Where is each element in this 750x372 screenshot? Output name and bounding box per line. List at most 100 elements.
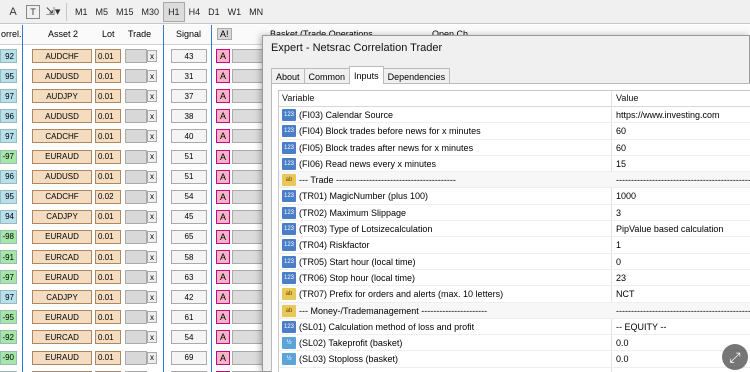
lot-input[interactable]: 0.01: [95, 330, 121, 345]
lot-input[interactable]: 0.01: [95, 149, 121, 164]
trade-button[interactable]: [125, 209, 147, 224]
lot-input[interactable]: 0.01: [95, 169, 121, 184]
close-trade-button[interactable]: x: [147, 70, 157, 83]
alert-flag-button[interactable]: A: [216, 149, 230, 164]
trade-button[interactable]: [125, 169, 147, 184]
column-variable[interactable]: Variable: [282, 93, 314, 103]
input-row[interactable]: ½ (SL02) Takeprofit (basket) 0.0: [279, 335, 750, 352]
alert-flag-button[interactable]: A: [216, 49, 230, 63]
input-row[interactable]: 123 (FI06) Read news every x minutes 15: [279, 156, 750, 173]
tab-dependencies[interactable]: Dependencies: [382, 68, 451, 84]
close-trade-button[interactable]: x: [147, 251, 157, 263]
asset-button[interactable]: EURAUD: [32, 270, 92, 285]
trade-button[interactable]: [125, 89, 147, 104]
lot-input[interactable]: 0.01: [95, 69, 121, 84]
close-trade-button[interactable]: x: [147, 331, 157, 344]
input-value[interactable]: 1: [616, 240, 621, 250]
tab-inputs[interactable]: Inputs: [349, 66, 384, 84]
timeframe-m15-button[interactable]: M15: [112, 2, 138, 22]
trade-button[interactable]: [125, 270, 147, 285]
alert-flag-button[interactable]: A: [216, 169, 230, 184]
input-row[interactable]: 123 (TR06) Stop hour (local time) 23: [279, 270, 750, 287]
input-row[interactable]: 123 (TR03) Type of Lotsizecalculation PipV…: [279, 221, 750, 238]
asset-button[interactable]: AUDUSD: [32, 69, 92, 84]
alert-flag-button[interactable]: A: [216, 250, 230, 264]
input-row[interactable]: 123 (TR05) Start hour (local time) 0: [279, 254, 750, 270]
input-value[interactable]: 0: [616, 257, 621, 267]
lot-input[interactable]: 0.01: [95, 109, 121, 124]
magnify-icon[interactable]: ⤢: [722, 344, 748, 370]
alert-flag-button[interactable]: A: [216, 290, 230, 305]
close-trade-button[interactable]: x: [147, 351, 157, 364]
input-value[interactable]: 60: [616, 143, 626, 153]
asset-button[interactable]: EURCAD: [32, 330, 92, 345]
timeframe-w1-button[interactable]: W1: [224, 2, 246, 22]
timeframe-h1-button[interactable]: H1: [163, 1, 185, 22]
lot-input[interactable]: 0.01: [95, 250, 121, 264]
input-value[interactable]: ----------------------------------------…: [616, 175, 750, 185]
lot-input[interactable]: 0.01: [95, 89, 121, 104]
lot-input[interactable]: 0.01: [95, 129, 121, 144]
close-trade-button[interactable]: x: [147, 150, 157, 163]
close-trade-button[interactable]: x: [147, 230, 157, 243]
asset-button[interactable]: CADJPY: [32, 209, 92, 224]
trade-button[interactable]: [125, 310, 147, 325]
alert-flag-button[interactable]: A: [216, 229, 230, 244]
timeframe-m1-button[interactable]: M1: [71, 2, 92, 22]
close-trade-button[interactable]: x: [147, 311, 157, 324]
alert-flag-button[interactable]: A: [216, 310, 230, 325]
lot-input[interactable]: 0.02: [95, 189, 121, 204]
input-value[interactable]: 1000: [616, 191, 636, 201]
input-row[interactable]: ab --- Money-/Trademanagement -----------…: [279, 302, 750, 319]
lot-input[interactable]: 0.01: [95, 209, 121, 224]
trade-button[interactable]: [125, 129, 147, 144]
trade-button[interactable]: [125, 69, 147, 84]
header-a-flag[interactable]: A!: [217, 28, 232, 40]
close-trade-button[interactable]: x: [147, 291, 157, 304]
asset-button[interactable]: EURCAD: [32, 250, 92, 264]
close-trade-button[interactable]: x: [147, 210, 157, 223]
timeframe-d1-button[interactable]: D1: [204, 2, 224, 22]
text-box-icon[interactable]: T: [26, 4, 40, 19]
alert-flag-button[interactable]: A: [216, 270, 230, 285]
asset-button[interactable]: CADCHF: [32, 189, 92, 204]
input-value[interactable]: NCT: [616, 289, 635, 299]
input-value[interactable]: 60: [616, 126, 626, 136]
asset-button[interactable]: AUDUSD: [32, 109, 92, 124]
close-trade-button[interactable]: x: [147, 130, 157, 143]
lot-input[interactable]: 0.01: [95, 310, 121, 325]
arrow-tool-icon[interactable]: ⇲▾: [44, 3, 62, 21]
lot-input[interactable]: 0.01: [95, 49, 121, 63]
input-value[interactable]: 15: [616, 159, 626, 169]
trade-button[interactable]: [125, 330, 147, 345]
tab-about[interactable]: About: [271, 68, 305, 84]
close-trade-button[interactable]: x: [147, 271, 157, 284]
asset-button[interactable]: EURAUD: [32, 149, 92, 164]
input-row[interactable]: ab (TR07) Prefix for orders and alerts (m…: [279, 286, 750, 303]
asset-button[interactable]: AUDCHF: [32, 49, 92, 63]
lot-input[interactable]: 0.01: [95, 350, 121, 365]
input-row[interactable]: 123 (FI05) Block trades after news for x …: [279, 140, 750, 156]
input-row[interactable]: 123 (FI04) Block trades before news for x…: [279, 123, 750, 140]
lot-input[interactable]: 0.01: [95, 270, 121, 285]
input-row[interactable]: 123 (SL01) Calculation method of loss and…: [279, 319, 750, 336]
input-value[interactable]: PipValue based calculation: [616, 224, 723, 234]
alert-flag-button[interactable]: A: [216, 109, 230, 124]
input-row[interactable]: ab --- Trade ----------------------------…: [279, 172, 750, 189]
input-value[interactable]: https://www.investing.com: [616, 110, 720, 120]
column-value[interactable]: Value: [616, 93, 638, 103]
close-trade-button[interactable]: x: [147, 170, 157, 183]
trade-button[interactable]: [125, 189, 147, 204]
alert-flag-button[interactable]: A: [216, 189, 230, 204]
timeframe-m5-button[interactable]: M5: [92, 2, 113, 22]
asset-button[interactable]: AUDJPY: [32, 89, 92, 104]
tab-common[interactable]: Common: [303, 68, 351, 84]
trade-button[interactable]: [125, 350, 147, 365]
asset-button[interactable]: CADJPY: [32, 290, 92, 305]
alert-flag-button[interactable]: A: [216, 330, 230, 345]
trade-button[interactable]: [125, 229, 147, 244]
timeframe-m30-button[interactable]: M30: [138, 2, 164, 22]
close-trade-button[interactable]: x: [147, 90, 157, 103]
alert-flag-button[interactable]: A: [216, 350, 230, 365]
trade-button[interactable]: [125, 49, 147, 63]
